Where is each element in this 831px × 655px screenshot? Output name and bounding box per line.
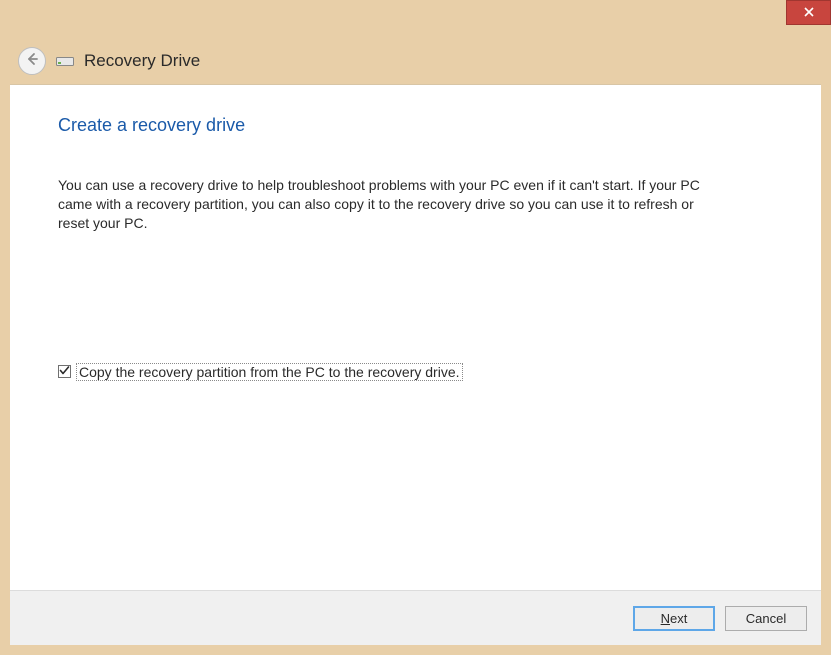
content-panel: Create a recovery drive You can use a re… xyxy=(10,84,821,645)
window-title: Recovery Drive xyxy=(84,51,200,71)
arrow-left-icon xyxy=(25,52,39,71)
next-button-rest: ext xyxy=(670,611,687,626)
checkbox-label[interactable]: Copy the recovery partition from the PC … xyxy=(76,363,463,381)
description-text: You can use a recovery drive to help tro… xyxy=(58,176,718,233)
next-button-mnemonic: N xyxy=(661,611,670,626)
header: Recovery Drive xyxy=(10,40,821,82)
close-icon xyxy=(804,6,814,20)
checkmark-icon xyxy=(59,363,70,381)
back-button[interactable] xyxy=(18,47,46,75)
page-title: Create a recovery drive xyxy=(58,115,773,136)
footer-panel: Next Cancel xyxy=(10,590,821,645)
checkbox-input[interactable] xyxy=(58,365,71,378)
next-button[interactable]: Next xyxy=(633,606,715,631)
content-body: Create a recovery drive You can use a re… xyxy=(10,85,821,590)
checkbox-copy-partition[interactable]: Copy the recovery partition from the PC … xyxy=(58,363,773,381)
cancel-button[interactable]: Cancel xyxy=(725,606,807,631)
drive-icon xyxy=(56,55,74,67)
close-button[interactable] xyxy=(786,0,831,25)
